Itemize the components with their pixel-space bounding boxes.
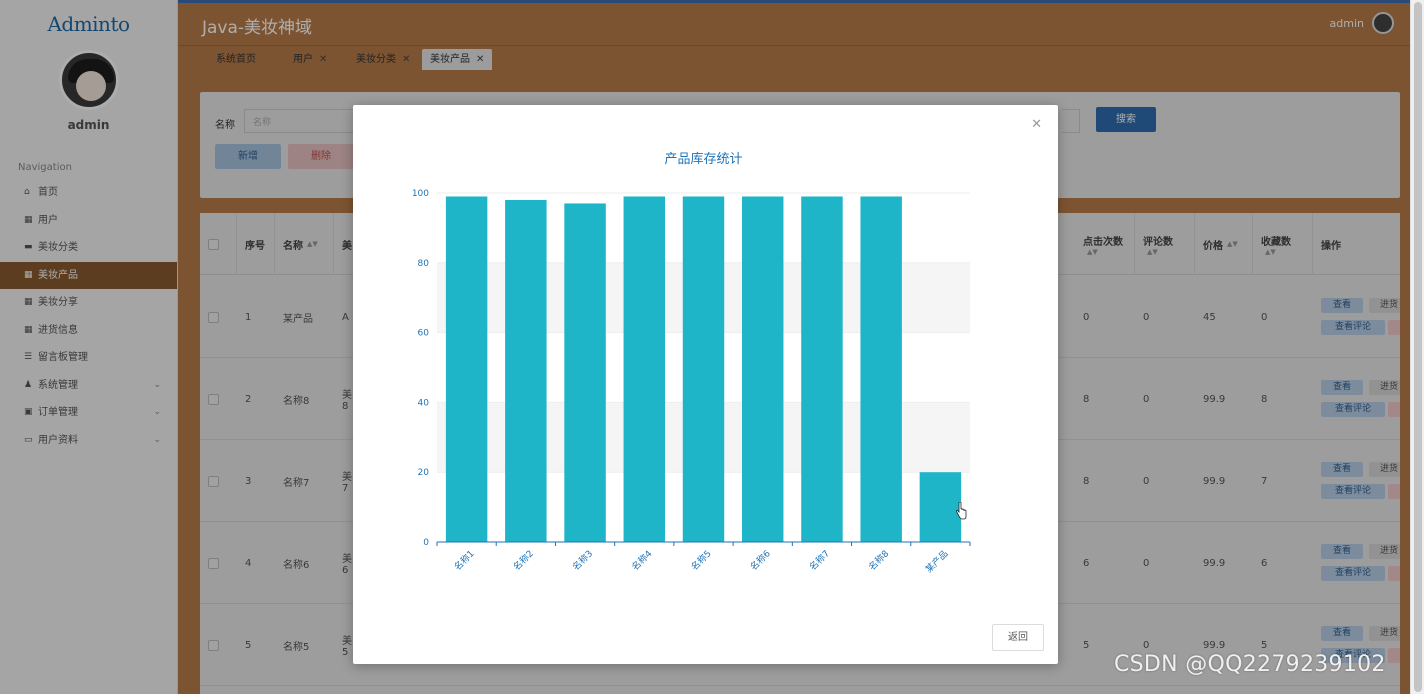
- bar-名称7: [801, 196, 843, 542]
- bar-名称8: [860, 196, 902, 542]
- x-tick-label: 名称5: [688, 548, 713, 573]
- bar-名称3: [564, 203, 606, 542]
- bar-名称2: [505, 199, 547, 542]
- x-tick-label: 名称1: [451, 548, 476, 573]
- y-tick-label: 80: [418, 259, 430, 269]
- watermark: CSDN @QQ2279239102: [1114, 652, 1386, 677]
- x-tick-label: 某产品: [923, 548, 951, 576]
- x-tick-label: 名称7: [807, 548, 832, 573]
- bar-名称4: [623, 196, 666, 542]
- y-tick-label: 40: [418, 398, 430, 408]
- x-tick-label: 名称6: [748, 547, 773, 572]
- bar-名称5: [682, 196, 725, 542]
- hand-cursor-icon: [955, 502, 967, 520]
- scrollbar-thumb[interactable]: [1414, 2, 1422, 692]
- stock-bar-chart: 产品库存统计 0 20 40 60 80 100 名称1 名称2 名称3 名称4 名称5 名称6 名称7 名…: [412, 151, 971, 576]
- x-tick-label: 名称8: [866, 547, 891, 572]
- bar-名称1: [445, 196, 488, 542]
- bar-名称6: [741, 196, 784, 542]
- chart-title: 产品库存统计: [664, 151, 742, 167]
- y-tick-label: 0: [423, 538, 429, 548]
- stock-chart-modal: ✕ 产品库存统计 0 20 40 60 80 100 名称1 名称2 名称3 名称4 名称5 名称6 名称…: [353, 105, 1058, 664]
- x-tick-label: 名称3: [570, 548, 595, 573]
- y-tick-label: 20: [418, 468, 430, 478]
- y-tick-label: 100: [412, 189, 429, 199]
- page-scrollbar[interactable]: [1410, 0, 1424, 694]
- x-tick-label: 名称4: [629, 547, 654, 572]
- x-tick-label: 名称2: [511, 548, 536, 573]
- y-tick-label: 60: [418, 329, 430, 339]
- back-button[interactable]: 返回: [992, 624, 1044, 651]
